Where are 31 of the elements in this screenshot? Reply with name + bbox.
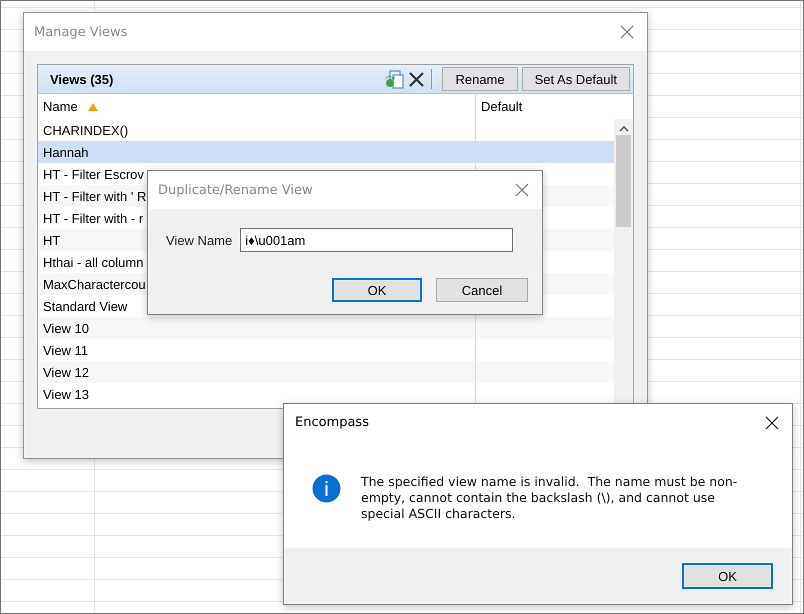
table-row[interactable]: View 10 bbox=[38, 317, 614, 339]
field-label: View Name bbox=[166, 232, 232, 248]
dialog-title: Encompass bbox=[295, 415, 369, 430]
dialog-title: Duplicate/Rename View bbox=[158, 182, 313, 198]
view-name: HT bbox=[43, 232, 60, 248]
column-label: Default bbox=[481, 99, 522, 114]
view-name: View 11 bbox=[43, 342, 88, 358]
panel-title: Views (35) bbox=[50, 72, 114, 86]
view-name: Hannah bbox=[43, 144, 89, 160]
table-row[interactable]: View 12 bbox=[38, 361, 614, 383]
column-label: Name bbox=[43, 99, 78, 114]
view-name: Hthai - all column bbox=[43, 254, 144, 270]
panel-button[interactable]: Rename bbox=[442, 67, 518, 91]
view-name-field[interactable]: i♦\u001am bbox=[240, 228, 514, 252]
view-name: View 10 bbox=[43, 320, 90, 336]
panel-button[interactable]: Set As Default bbox=[522, 67, 630, 91]
view-name: HT - Filter with - r bbox=[43, 210, 144, 226]
dialog-button[interactable]: Cancel bbox=[436, 278, 528, 302]
ok-button[interactable]: OK bbox=[682, 563, 773, 589]
window-title: Manage Views bbox=[34, 24, 128, 40]
view-name: View 12 bbox=[43, 364, 90, 380]
dialog-button[interactable]: OK bbox=[332, 278, 422, 302]
alert-message: The specified view name is invalid. The name must be non-empty, cannot contain the backslash (\), and cannot use special ASCII characters. bbox=[361, 474, 738, 522]
view-name: CHARINDEX() bbox=[43, 122, 128, 138]
view-name: MaxCharactercou bbox=[43, 276, 146, 292]
view-name: View 13 bbox=[43, 386, 90, 402]
view-name: HT - Filter with ' R bbox=[43, 188, 146, 204]
table-row[interactable]: Hannah bbox=[38, 141, 614, 163]
column-header[interactable]: Default bbox=[476, 94, 632, 119]
view-name: Standard View bbox=[43, 298, 128, 314]
view-name: HT - Filter Escrov bbox=[43, 166, 144, 182]
